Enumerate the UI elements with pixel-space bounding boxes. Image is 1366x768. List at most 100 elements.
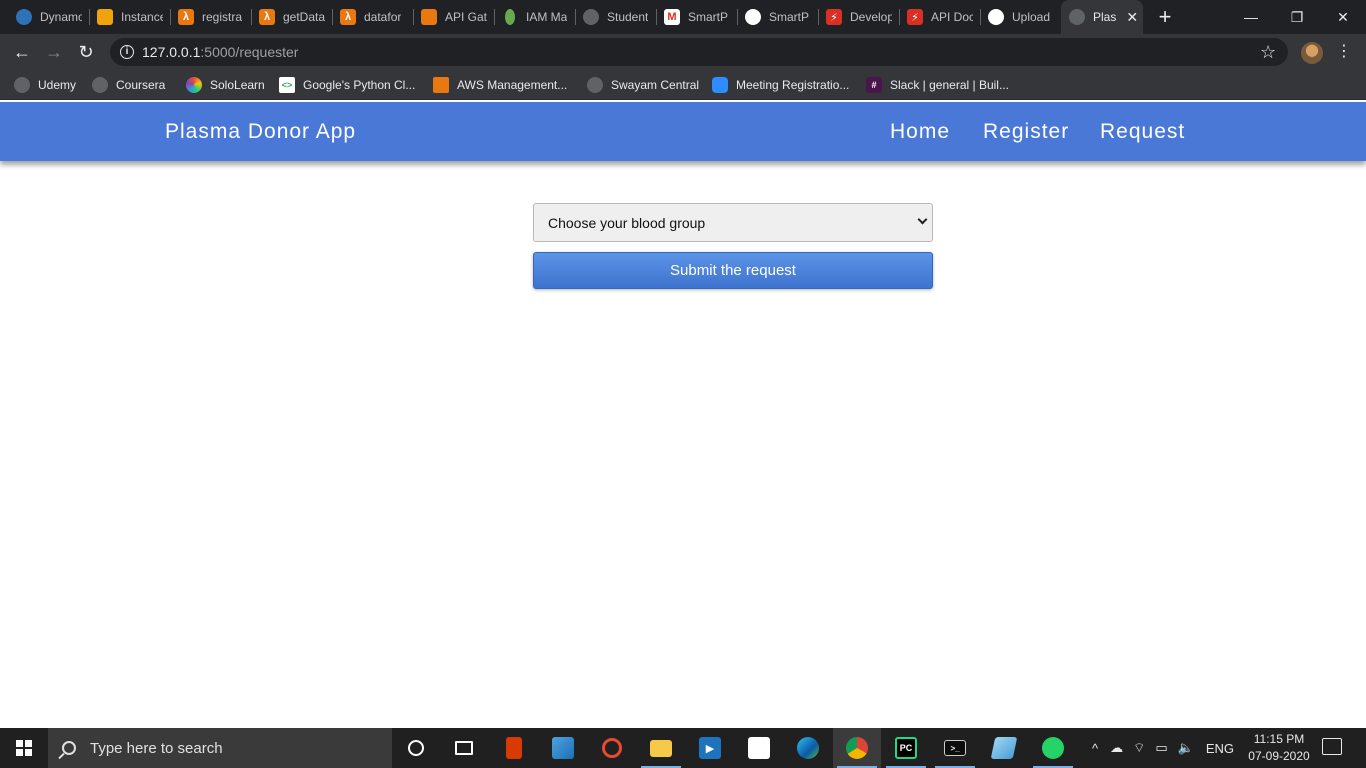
lambda-icon: λ: [340, 9, 356, 25]
forward-arrow-icon[interactable]: →: [40, 38, 68, 66]
tab-separator: [818, 9, 819, 25]
bookmark-google-python[interactable]: <> Google's Python Cl...: [279, 76, 415, 94]
profile-avatar[interactable]: [1301, 42, 1323, 64]
input-language[interactable]: ENG: [1206, 741, 1234, 756]
tab-title: registra: [202, 10, 243, 24]
bookmarks-bar: Udemy Coursera SoloLearn <> Google's Pyt…: [0, 70, 1366, 100]
bookmark-slack[interactable]: # Slack | general | Buil...: [866, 76, 1009, 94]
reload-icon[interactable]: ↻: [72, 38, 100, 66]
address-bar[interactable]: i 127.0.0.1:5000/requester: [110, 38, 1288, 66]
tab-smartp-gmail[interactable]: M SmartP: [664, 0, 730, 34]
groove-glyph: [602, 738, 622, 758]
iam-key-icon: [505, 9, 515, 25]
terminal-icon[interactable]: >_: [931, 728, 979, 768]
slack-icon: #: [866, 77, 882, 93]
photos-icon[interactable]: [539, 728, 587, 768]
battery-icon[interactable]: ▭: [1155, 740, 1167, 756]
whatsapp-icon[interactable]: [1029, 728, 1077, 768]
taskbar-search-placeholder: Type here to search: [90, 739, 223, 757]
close-tab-icon[interactable]: ✕: [1126, 9, 1138, 26]
bookmark-star-icon[interactable]: ☆: [1260, 42, 1276, 63]
tab-dynamo[interactable]: Dynamo: [16, 0, 82, 34]
store-icon[interactable]: [735, 728, 783, 768]
tab-registra[interactable]: λ registra: [178, 0, 244, 34]
tab-title: Dynamo: [40, 10, 82, 24]
bookmark-sololearn[interactable]: SoloLearn: [186, 76, 265, 94]
system-clock[interactable]: 11:15 PM 07-09-2020: [1246, 731, 1312, 765]
office-glyph: [506, 737, 522, 759]
tab-upload[interactable]: Upload: [988, 0, 1054, 34]
globe-icon: [583, 9, 599, 25]
start-button[interactable]: [0, 728, 48, 768]
task-view-glyph: [455, 741, 473, 755]
nav-register-link[interactable]: Register: [983, 120, 1069, 144]
bookmark-label: SoloLearn: [210, 78, 265, 92]
close-window-button[interactable]: ✕: [1320, 0, 1366, 34]
onedrive-cloud-icon[interactable]: ☁: [1110, 740, 1123, 756]
menu-kebab-icon[interactable]: ⋮: [1336, 41, 1352, 61]
chrome-icon[interactable]: [833, 728, 881, 768]
blood-group-select[interactable]: Choose your blood group: [533, 203, 933, 242]
bookmark-coursera[interactable]: Coursera: [92, 76, 165, 94]
tab-api-gateway[interactable]: API Gat: [421, 0, 487, 34]
url-path: :5000/requester: [200, 44, 299, 60]
tab-separator: [980, 9, 981, 25]
bookmark-meeting[interactable]: Meeting Registratio...: [712, 76, 849, 94]
tab-title: Instance: [121, 10, 163, 24]
edge-icon[interactable]: [784, 728, 832, 768]
tab-separator: [89, 9, 90, 25]
task-view-icon[interactable]: [440, 728, 488, 768]
submit-request-button[interactable]: Submit the request: [533, 252, 933, 289]
tab-iam[interactable]: IAM Ma: [502, 0, 568, 34]
aws-box-icon: [433, 77, 449, 93]
tab-title: getData: [283, 10, 325, 24]
tab-getdata[interactable]: λ getData: [259, 0, 325, 34]
windows-taskbar: Type here to search ▶ PC >_ ^ ☁ ⌔ ▭ 🔈 EN…: [0, 728, 1366, 768]
wifi-icon[interactable]: ⌔: [1133, 740, 1145, 756]
nav-request-link[interactable]: Request: [1100, 120, 1185, 144]
cortana-icon[interactable]: [392, 728, 440, 768]
tab-plasma-active[interactable]: Plas ✕: [1061, 0, 1143, 34]
windows-logo-icon: [16, 740, 32, 756]
github-icon: [988, 9, 1004, 25]
back-arrow-icon[interactable]: ←: [8, 38, 36, 66]
notepad-icon[interactable]: [980, 728, 1028, 768]
tab-separator: [575, 9, 576, 25]
cortana-ring: [408, 740, 424, 756]
chrome-glyph: [846, 737, 868, 759]
bookmark-udemy[interactable]: Udemy: [14, 76, 76, 94]
store-glyph: [748, 737, 770, 759]
tab-smartp-github[interactable]: SmartP: [745, 0, 811, 34]
new-tab-button[interactable]: +: [1153, 5, 1177, 29]
tab-separator: [413, 9, 414, 25]
show-hidden-icons-icon[interactable]: ^: [1092, 741, 1098, 756]
blood-group-select-value: Choose your blood group: [548, 214, 706, 231]
nav-home-link[interactable]: Home: [890, 120, 950, 144]
minimize-button[interactable]: —: [1228, 0, 1274, 34]
restore-button[interactable]: ❐: [1274, 0, 1320, 34]
bookmark-label: Coursera: [116, 78, 166, 92]
action-center-icon[interactable]: [1322, 738, 1342, 755]
tab-separator: [170, 9, 171, 25]
file-explorer-icon[interactable]: [637, 728, 685, 768]
terminal-glyph: >_: [944, 740, 966, 756]
tab-develop[interactable]: ⚡ Develop: [826, 0, 892, 34]
tab-student[interactable]: Student: [583, 0, 649, 34]
pycharm-icon[interactable]: PC: [882, 728, 930, 768]
volume-icon[interactable]: 🔈: [1178, 740, 1194, 756]
aws-box-icon: [97, 9, 113, 25]
site-info-icon[interactable]: i: [120, 45, 134, 59]
taskbar-search[interactable]: Type here to search: [48, 728, 392, 768]
bookmark-swayam[interactable]: Swayam Central: [587, 76, 699, 94]
office-icon[interactable]: [490, 728, 538, 768]
tab-instance[interactable]: Instance: [97, 0, 163, 34]
tab-api-doc[interactable]: ⚡ API Doc: [907, 0, 973, 34]
whatsapp-glyph: [1042, 737, 1064, 759]
groove-music-icon[interactable]: [588, 728, 636, 768]
app-brand[interactable]: Plasma Donor App: [165, 120, 356, 144]
tab-datafor[interactable]: λ datafor: [340, 0, 406, 34]
notepad-glyph: [990, 737, 1018, 759]
movies-tv-icon[interactable]: ▶: [686, 728, 734, 768]
bookmark-aws[interactable]: AWS Management...: [433, 76, 567, 94]
tab-title: API Gat: [445, 10, 487, 24]
